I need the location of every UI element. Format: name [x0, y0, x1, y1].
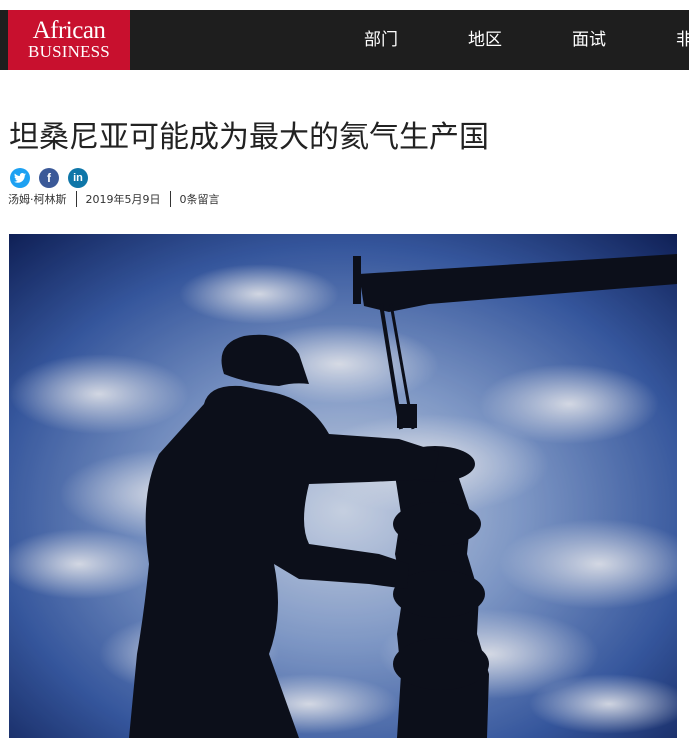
twitter-icon: [14, 173, 26, 183]
logo-line-1: African: [32, 17, 106, 44]
nav-item-africa[interactable]: 非: [676, 10, 689, 70]
article-meta: 汤姆·柯林斯 2019年5月9日 0条留言: [8, 190, 220, 208]
facebook-icon: f: [47, 171, 51, 185]
worker-silhouette-photo: [9, 234, 677, 738]
hero-image: [9, 234, 677, 738]
publish-date: 2019年5月9日: [85, 193, 161, 206]
linkedin-icon: in: [73, 172, 83, 184]
nav-item-sections[interactable]: 部门: [364, 10, 398, 70]
article-title: 坦桑尼亚可能成为最大的氦气生产国: [9, 120, 489, 155]
meta-divider: [75, 191, 77, 207]
facebook-share-button[interactable]: f: [39, 168, 59, 188]
nav-item-regions[interactable]: 地区: [468, 10, 502, 70]
author-name[interactable]: 汤姆·柯林斯: [8, 191, 67, 207]
meta-divider: [169, 191, 171, 207]
site-logo[interactable]: African BUSINESS: [8, 10, 130, 70]
twitter-share-button[interactable]: [10, 168, 30, 188]
top-navbar: African BUSINESS 部门 地区 面试 非: [0, 10, 689, 70]
logo-line-2: BUSINESS: [28, 42, 110, 61]
comment-count[interactable]: 0条留言: [180, 191, 220, 207]
nav-item-interviews[interactable]: 面试: [572, 10, 606, 70]
linkedin-share-button[interactable]: in: [68, 168, 88, 188]
